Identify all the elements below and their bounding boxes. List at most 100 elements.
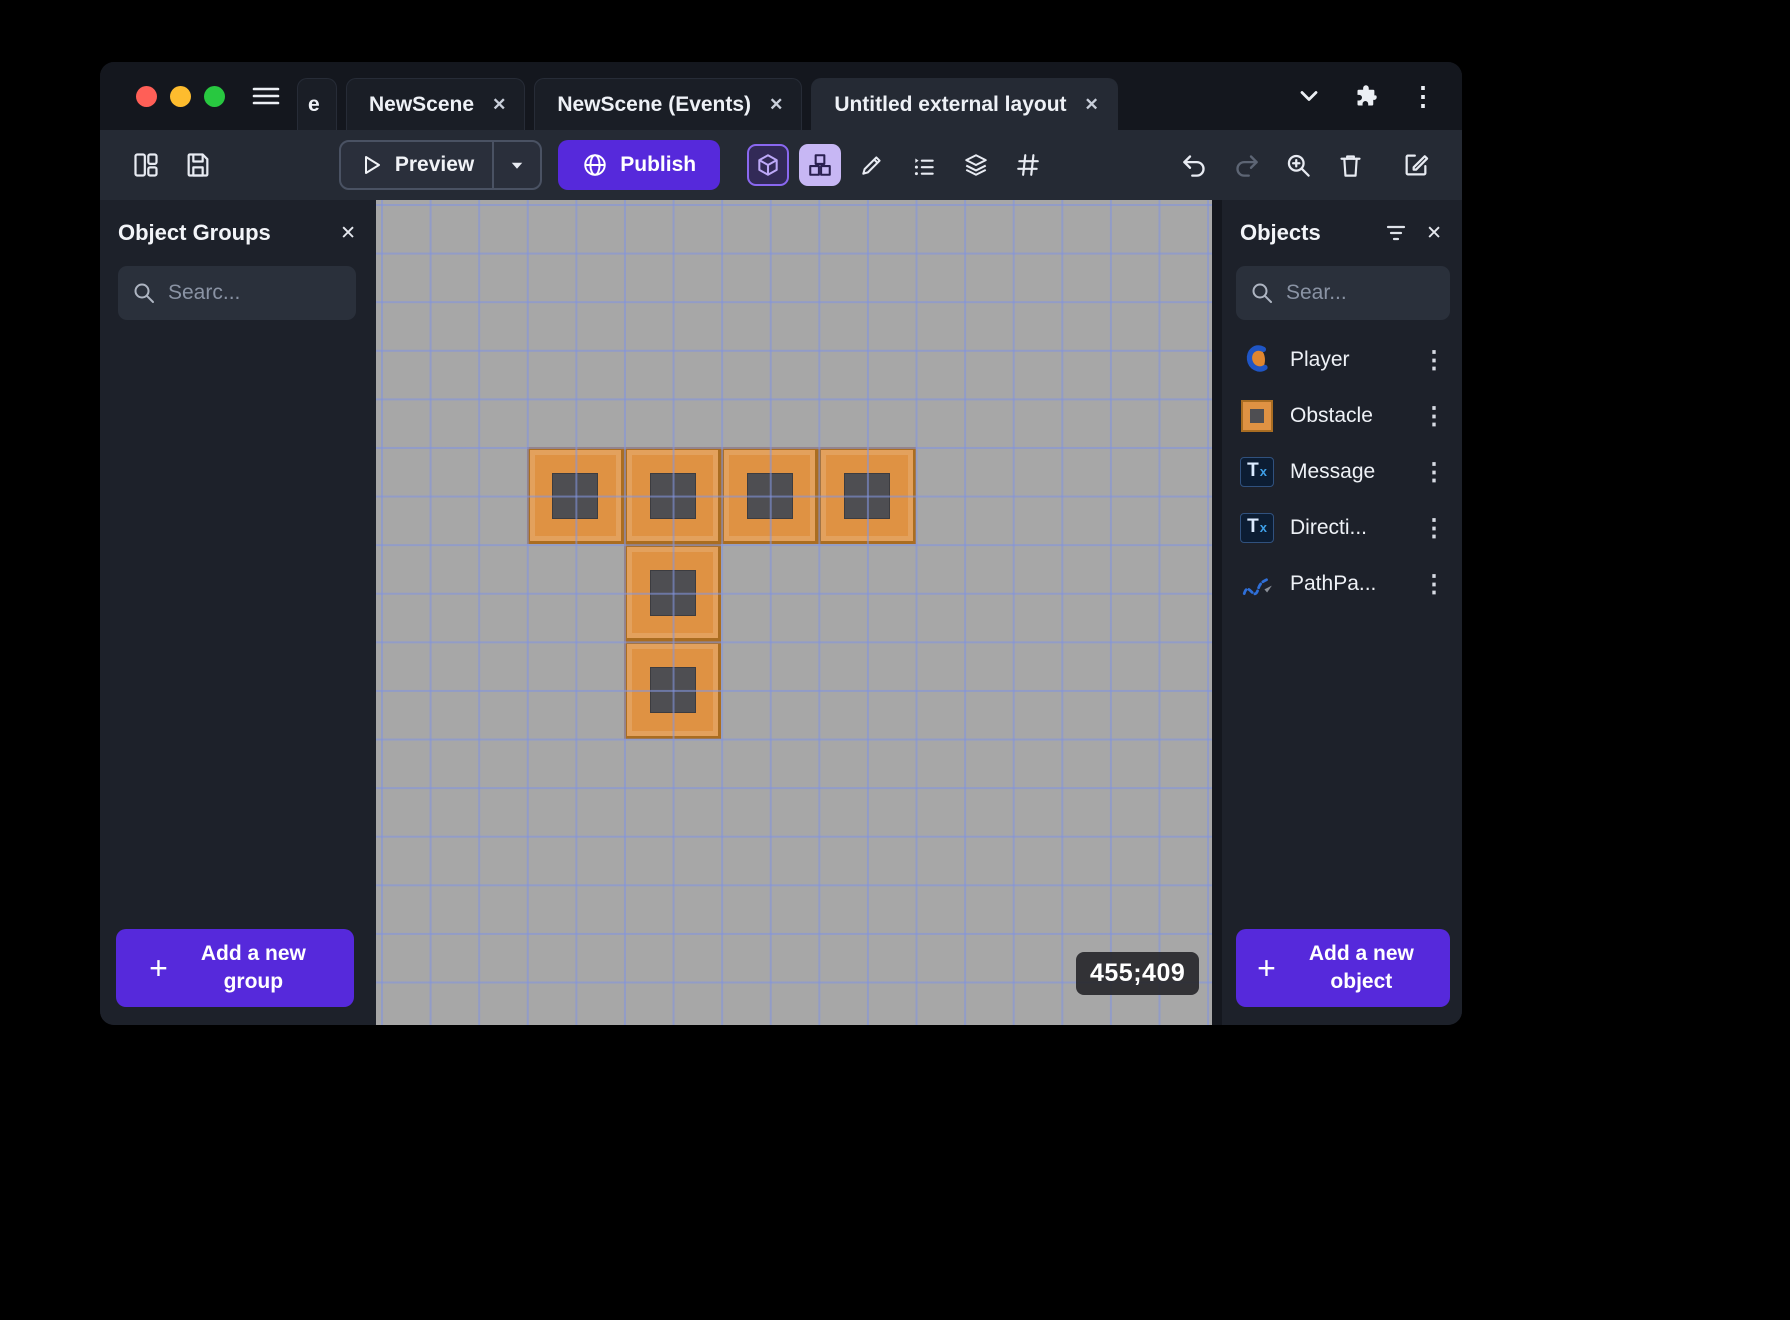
editor-mode-icons (742, 144, 1054, 186)
edit-scene-properties-button[interactable] (1395, 144, 1437, 186)
preview-label: Preview (394, 153, 475, 176)
preview-options-dropdown[interactable] (494, 156, 540, 174)
close-icon: ✕ (340, 222, 356, 244)
main-menu-button[interactable] (251, 84, 281, 108)
caret-down-icon (512, 162, 523, 169)
obstacle-instance[interactable] (624, 447, 722, 545)
close-icon[interactable]: ✕ (769, 95, 783, 115)
object-groups-search (118, 266, 356, 320)
obstacle-instance[interactable] (624, 544, 722, 642)
layers-button[interactable] (955, 144, 997, 186)
window-minimize-button[interactable] (170, 85, 191, 107)
object-row-pathpaint[interactable]: PathPa... ⋮ (1222, 556, 1462, 612)
object-menu-button[interactable]: ⋮ (1414, 514, 1454, 543)
redo-icon (1236, 154, 1259, 177)
instances-list-icon (915, 158, 934, 176)
object-name: PathPa... (1290, 572, 1377, 595)
tab-untitled-external-layout[interactable]: Untitled external layout ✕ (811, 78, 1118, 130)
object-menu-button[interactable]: ⋮ (1414, 402, 1454, 431)
object-menu-button[interactable]: ⋮ (1414, 346, 1454, 375)
open-home-layout-button[interactable] (125, 144, 167, 186)
add-group-label: Add a new group (200, 941, 306, 993)
object-row-directions[interactable]: Tx Directi... ⋮ (1222, 500, 1462, 556)
cube-3d-icon (758, 154, 778, 176)
window-zoom-button[interactable] (204, 85, 225, 107)
objects-list: Player ⋮ Obstacle ⋮ Tx Message ⋮ T x Dir… (1222, 332, 1462, 612)
object-menu-button[interactable]: ⋮ (1414, 570, 1454, 599)
add-object-label: Add a new object (1308, 941, 1414, 993)
objects-panel: Objects ✕ Sear... Player ⋮ Obstacle ⋮ T … (1222, 200, 1462, 1025)
layers-icon (965, 154, 987, 176)
add-group-button[interactable]: + Add a new group (116, 929, 354, 1007)
tab-overflow-button[interactable] (1295, 82, 1323, 110)
object-row-obstacle[interactable]: Obstacle ⋮ (1222, 388, 1462, 444)
tab-label: Untitled external layout (834, 92, 1067, 116)
scene-canvas[interactable]: 455;409 (376, 200, 1212, 1025)
extensions-button[interactable] (1353, 83, 1380, 110)
objects-filter-button[interactable] (1384, 221, 1408, 245)
filter-icon (1386, 225, 1406, 241)
tiles-layer (376, 200, 1212, 1025)
preview-button-group: Preview (338, 140, 543, 190)
edit-scene-button[interactable] (851, 144, 893, 186)
player-sprite-icon (1238, 342, 1276, 378)
window-controls (136, 85, 225, 107)
objects-close-button[interactable]: ✕ (1426, 222, 1442, 245)
globe-icon (584, 154, 606, 176)
instances-list-button[interactable] (903, 144, 945, 186)
tab-label: NewScene (369, 92, 475, 116)
obstacle-instance[interactable] (818, 447, 916, 545)
layout-panels-icon (134, 153, 158, 177)
publish-label: Publish (620, 153, 697, 176)
play-icon (364, 156, 380, 174)
add-object-button[interactable]: + Add a new object (1236, 929, 1450, 1007)
text-object-icon: Tx (1238, 510, 1276, 546)
undo-button[interactable] (1174, 144, 1216, 186)
object-name: Player (1290, 348, 1350, 371)
zoom-button[interactable] (1278, 144, 1320, 186)
object-groups-search-input[interactable] (168, 281, 342, 305)
app-window: e NewScene ✕ NewScene (Events) ✕ Untitle… (100, 62, 1462, 1025)
plus-icon: + (1257, 950, 1276, 986)
obstacle-instance[interactable] (526, 447, 624, 545)
obstacle-instance[interactable] (624, 641, 722, 739)
close-icon[interactable]: ✕ (492, 95, 506, 115)
plus-icon: + (149, 950, 168, 986)
tab-newscene-events[interactable]: NewScene (Events) ✕ (534, 78, 803, 130)
tab-label: e (308, 92, 320, 116)
save-button[interactable] (177, 144, 219, 186)
object-groups-close-button[interactable]: ✕ (340, 222, 356, 245)
main-area: Object Groups ✕ + Add a new group 455;40… (100, 200, 1462, 1025)
window-menu-button[interactable]: ⋮ (1410, 83, 1436, 109)
window-close-button[interactable] (136, 85, 157, 107)
chevron-down-icon (1300, 91, 1318, 101)
zoom-in-icon (1288, 154, 1311, 177)
object-row-message[interactable]: Tx Message ⋮ (1222, 444, 1462, 500)
toolbar: Preview Publish (100, 130, 1462, 200)
delete-button[interactable] (1330, 144, 1372, 186)
redo-button[interactable] (1226, 144, 1268, 186)
tab-newscene[interactable]: NewScene ✕ (346, 78, 526, 130)
object-name: Obstacle (1290, 404, 1373, 427)
search-icon (134, 283, 154, 303)
object-groups-panel: Object Groups ✕ + Add a new group (100, 200, 376, 1025)
instances-editor-button[interactable] (799, 144, 842, 186)
undo-icon (1183, 154, 1206, 177)
cubes-stack-icon (809, 154, 831, 176)
objects-search-input[interactable] (1286, 281, 1436, 305)
hamburger-icon (252, 87, 280, 105)
objects-header: Objects ✕ (1222, 200, 1462, 250)
objects-search (1236, 266, 1450, 320)
toolbar-center-group: Preview Publish (338, 140, 1054, 190)
tab-partial-hidden[interactable]: e (297, 78, 337, 130)
object-name: Directi... (1290, 516, 1368, 539)
save-icon (187, 153, 209, 177)
close-icon[interactable]: ✕ (1085, 95, 1099, 115)
object-row-player[interactable]: Player ⋮ (1222, 332, 1462, 388)
grid-toggle-button[interactable] (1007, 144, 1049, 186)
3d-view-button[interactable] (747, 144, 790, 186)
object-menu-button[interactable]: ⋮ (1414, 458, 1454, 487)
preview-button[interactable]: Preview (341, 153, 492, 177)
publish-button[interactable]: Publish (558, 140, 721, 190)
obstacle-instance[interactable] (721, 447, 819, 545)
